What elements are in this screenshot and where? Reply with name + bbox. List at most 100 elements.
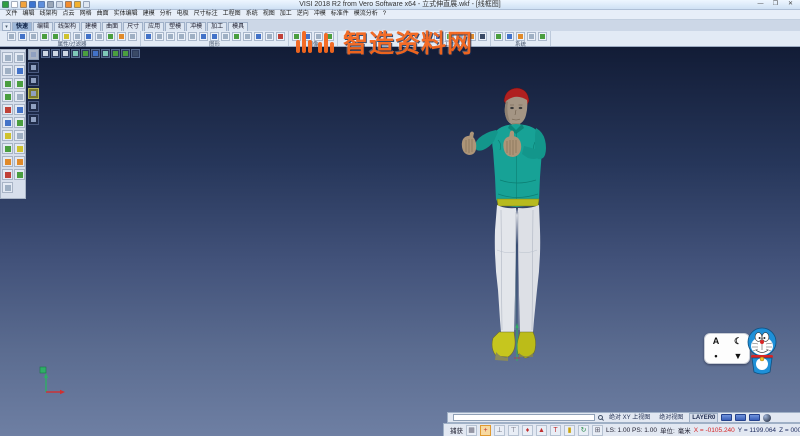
human-model[interactable]: [440, 80, 560, 380]
ribbon-icon[interactable]: [62, 32, 71, 41]
redo-icon[interactable]: [74, 1, 81, 8]
menu-drawing[interactable]: 工程图: [220, 10, 243, 19]
ime-moon-key[interactable]: ☾: [734, 336, 742, 346]
menu-die[interactable]: 冲模: [311, 10, 328, 19]
ribbon-icon[interactable]: [254, 32, 263, 41]
tab-edit[interactable]: 编辑: [33, 22, 53, 31]
units-value[interactable]: 毫米: [678, 425, 691, 435]
tab-apply[interactable]: 应用: [144, 22, 164, 31]
print-preview-icon[interactable]: [56, 1, 63, 8]
undo-icon[interactable]: [65, 1, 72, 8]
menu-view[interactable]: 视图: [260, 10, 277, 19]
ribbon-icon[interactable]: [29, 32, 38, 41]
ime-dot-key[interactable]: •: [714, 351, 717, 361]
mini-tool-icon[interactable]: [61, 49, 70, 58]
command-input[interactable]: [453, 414, 595, 421]
ribbon-icon[interactable]: [232, 32, 241, 41]
ribbon-icon[interactable]: [325, 32, 334, 41]
ribbon-icon[interactable]: [292, 32, 301, 41]
tool-icon[interactable]: [14, 91, 25, 102]
layer-button[interactable]: LAYER0: [689, 413, 718, 423]
units-label[interactable]: 单位:: [660, 425, 675, 435]
view-button[interactable]: [28, 75, 39, 86]
tool-icon[interactable]: [2, 156, 13, 167]
ribbon-icon[interactable]: [188, 32, 197, 41]
menu-dimension[interactable]: 尺寸标注: [191, 10, 220, 19]
close-button[interactable]: ✕: [783, 0, 798, 9]
ribbon-icon[interactable]: [276, 32, 285, 41]
ribbon-icon[interactable]: [494, 32, 503, 41]
ribbon-icon[interactable]: [84, 32, 93, 41]
color-swatch[interactable]: [735, 414, 746, 421]
tab-surface[interactable]: 曲面: [102, 22, 122, 31]
ribbon-icon[interactable]: [73, 32, 82, 41]
ribbon-icon[interactable]: [265, 32, 274, 41]
tool-icon[interactable]: [14, 169, 25, 180]
ribbon-icon[interactable]: [95, 32, 104, 41]
ribbon-icon[interactable]: [155, 32, 164, 41]
menu-help[interactable]: ?: [380, 10, 388, 19]
snap-bar-icon[interactable]: ▮: [564, 425, 575, 436]
ribbon-icon[interactable]: [177, 32, 186, 41]
ribbon-icon[interactable]: [106, 32, 115, 41]
refresh-icon[interactable]: ↻: [578, 425, 589, 436]
save-all-icon[interactable]: [38, 1, 45, 8]
menu-analysis[interactable]: 分析: [157, 10, 174, 19]
minimize-button[interactable]: —: [753, 0, 768, 9]
ribbon-icon[interactable]: [505, 32, 514, 41]
tab-tooling[interactable]: 模具: [228, 22, 248, 31]
ribbon-icon[interactable]: [40, 32, 49, 41]
grid-plane-icon[interactable]: ⊞: [592, 425, 603, 436]
snap-marker-icon[interactable]: ▲: [536, 425, 547, 436]
tool-icon[interactable]: [14, 65, 25, 76]
tab-wireframe[interactable]: 线架构: [54, 22, 80, 31]
mini-tool-icon[interactable]: [101, 49, 110, 58]
menu-surface[interactable]: 曲面: [94, 10, 111, 19]
menu-modeling[interactable]: 建模: [140, 10, 157, 19]
tool-icon[interactable]: [2, 78, 13, 89]
snap-text-icon[interactable]: T: [550, 425, 561, 436]
render-sphere-icon[interactable]: [763, 414, 771, 422]
ribbon-icon[interactable]: [117, 32, 126, 41]
ribbon-icon[interactable]: [210, 32, 219, 41]
ribbon-icon[interactable]: [527, 32, 536, 41]
tab-quick[interactable]: 快速: [12, 22, 32, 31]
menu-edit[interactable]: 编辑: [20, 10, 37, 19]
color-swatch[interactable]: [749, 414, 760, 421]
mini-tool-icon[interactable]: [41, 49, 50, 58]
ribbon-icon[interactable]: [199, 32, 208, 41]
print-icon[interactable]: [47, 1, 54, 8]
ribbon-icon[interactable]: [445, 32, 454, 41]
tool-icon[interactable]: [14, 78, 25, 89]
menu-moldflow[interactable]: 模流分析: [351, 10, 380, 19]
tool-icon[interactable]: [2, 52, 13, 63]
view-button[interactable]: [28, 49, 39, 60]
tool-icon[interactable]: [2, 65, 13, 76]
tool-icon[interactable]: [2, 91, 13, 102]
tab-modeling[interactable]: 建模: [81, 22, 101, 31]
tool-icon[interactable]: [2, 104, 13, 115]
menu-system[interactable]: 系统: [243, 10, 260, 19]
ribbon-icon[interactable]: [18, 32, 27, 41]
menu-standard-parts[interactable]: 标准件: [328, 10, 351, 19]
mini-tool-icon[interactable]: [51, 49, 60, 58]
mini-tool-icon[interactable]: [121, 49, 130, 58]
mini-tool-icon[interactable]: [71, 49, 80, 58]
view-mode-button[interactable]: 绝对 XY 上视图: [606, 413, 653, 423]
ribbon-icon[interactable]: [423, 32, 432, 41]
tool-icon[interactable]: [2, 169, 13, 180]
menu-pointcloud[interactable]: 点云: [60, 10, 77, 19]
tool-icon[interactable]: [14, 130, 25, 141]
tool-icon[interactable]: [2, 182, 13, 193]
ribbon-icon[interactable]: [434, 32, 443, 41]
mini-tool-icon[interactable]: [111, 49, 120, 58]
ribbon-icon[interactable]: [166, 32, 175, 41]
snap-tangent-icon[interactable]: ⊤: [508, 425, 519, 436]
snap-keypoint-icon[interactable]: ♦: [522, 425, 533, 436]
menu-wireframe[interactable]: 线架构: [37, 10, 60, 19]
snap-point-icon[interactable]: +: [480, 425, 491, 436]
ribbon-icon[interactable]: [7, 32, 16, 41]
color-swatch[interactable]: [721, 414, 732, 421]
tab-mold[interactable]: 塑模: [165, 22, 185, 31]
menu-electrode[interactable]: 电极: [174, 10, 191, 19]
